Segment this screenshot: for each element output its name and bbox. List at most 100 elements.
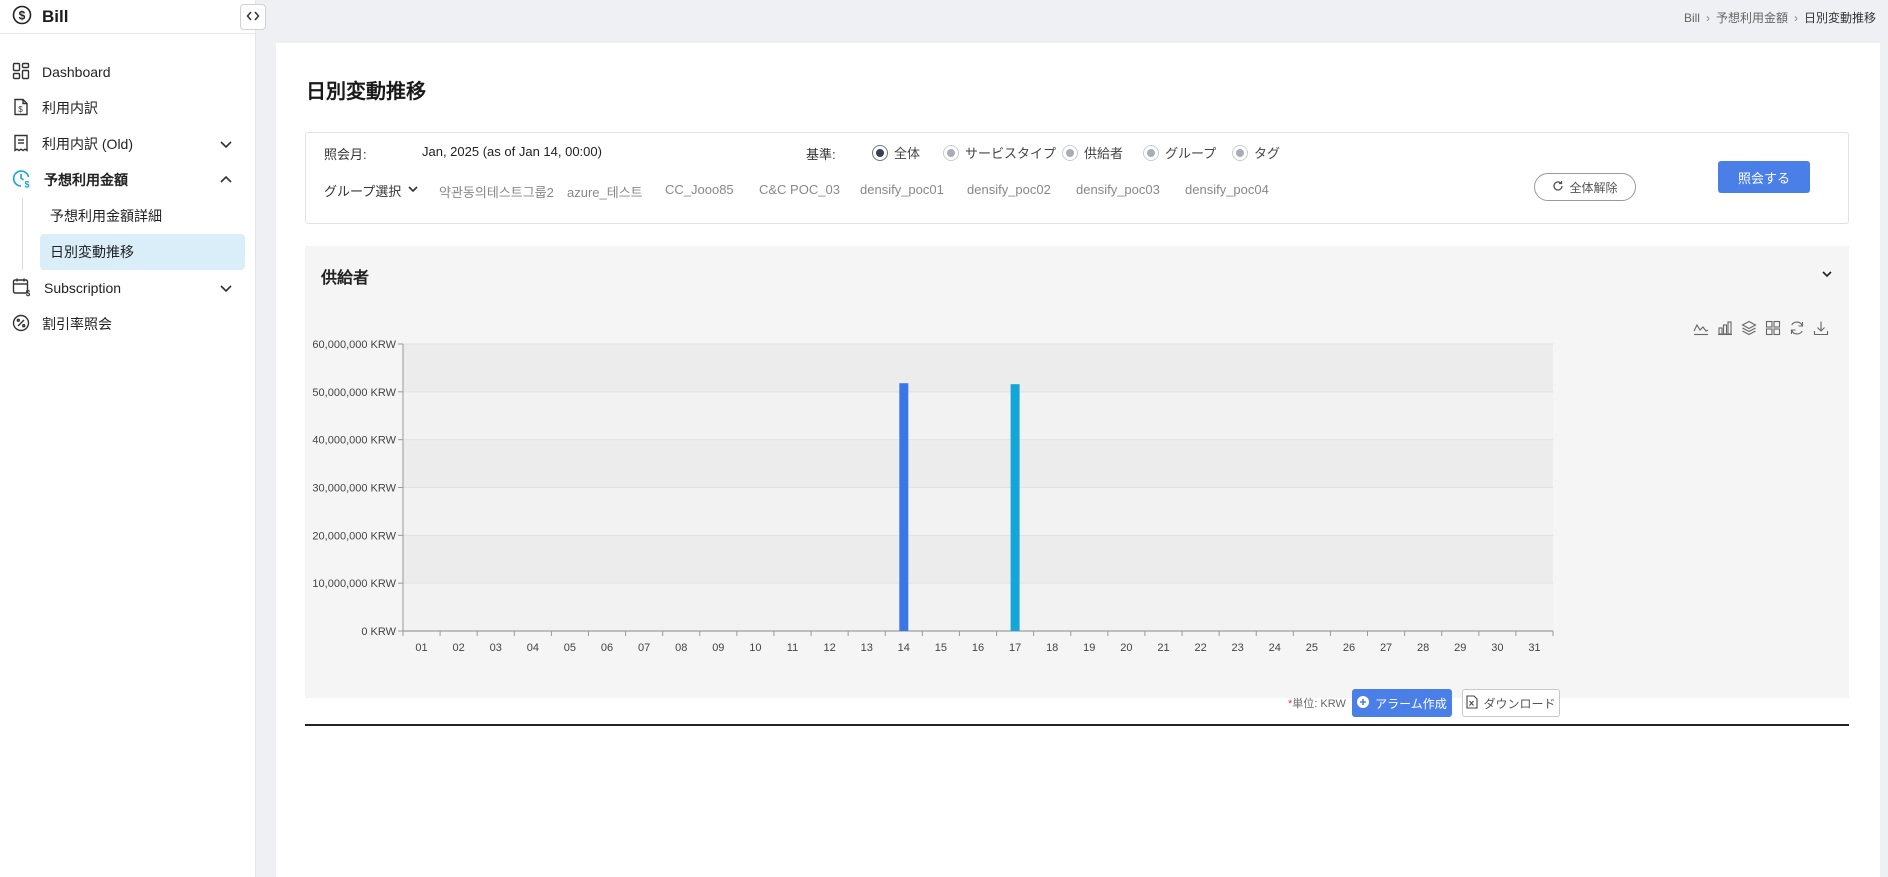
group-chip[interactable]: CC_Jooo85 (665, 182, 734, 197)
group-chip[interactable]: 약관동의테스트그룹2 (439, 182, 554, 201)
x-tick-label: 19 (1083, 642, 1095, 654)
x-tick-label: 29 (1454, 642, 1466, 654)
sidebar-item-forecast[interactable]: $ 予想利用金額 (0, 162, 255, 198)
radio-tag[interactable]: タグ (1232, 143, 1280, 162)
bar (899, 383, 909, 631)
x-tick-label: 31 (1528, 642, 1540, 654)
x-tick-label: 11 (787, 642, 798, 654)
x-tick-label: 12 (823, 642, 835, 654)
app-header: $ Bill (0, 0, 255, 34)
svg-text:$: $ (24, 179, 29, 189)
x-tick-label: 22 (1194, 642, 1206, 654)
calendar-dollar-icon: $ (12, 277, 32, 300)
x-tick-label: 09 (712, 642, 724, 654)
sidebar-subitem-label: 日別変動推移 (50, 244, 134, 260)
bar-chart: 0 KRW 10,000,000 KRW 20,000,000 KRW 30,000,… (312, 339, 1554, 654)
y-tick-label: 60,000,000 KRW (312, 339, 396, 351)
breadcrumb-current: 日別変動推移 (1803, 11, 1876, 25)
chevron-down-icon (407, 183, 419, 198)
invoice-icon: $ (12, 98, 30, 119)
group-chip[interactable]: azure_테스트 (567, 182, 643, 201)
sidebar-item-discount[interactable]: 割引率照会 (0, 306, 255, 342)
radio-group[interactable]: グループ (1143, 143, 1216, 162)
breadcrumb: Bill › 予想利用金額 › 日別変動推移 (1684, 9, 1876, 26)
x-tick-label: 25 (1306, 642, 1318, 654)
dollar-logo-icon: $ (12, 5, 32, 28)
sidebar: $ Bill Dashboard $ 利用内訳 利用内訳 (Old) $ 予想利… (0, 0, 256, 877)
x-tick-label: 06 (601, 642, 613, 654)
x-tick-label: 10 (749, 642, 761, 654)
x-tick-label: 30 (1491, 642, 1503, 654)
page-title: 日別変動推移 (306, 81, 426, 103)
sidebar-subitem-daily-trend[interactable]: 日別変動推移 (40, 234, 245, 270)
download-button[interactable]: ダウンロード (1462, 689, 1560, 717)
x-tick-label: 07 (638, 642, 650, 654)
main-card: 日別変動推移 照会月: Jan, 2025 (as of Jan 14, 00:… (276, 43, 1880, 877)
y-tick-label: 40,000,000 KRW (312, 435, 396, 447)
chevron-up-icon[interactable] (219, 173, 233, 190)
filter-box: 照会月: Jan, 2025 (as of Jan 14, 00:00) 基準:… (305, 132, 1849, 224)
sidebar-subitem-forecast-detail[interactable]: 予想利用金額詳細 (40, 198, 245, 234)
sidebar-item-label: 割引率照会 (42, 316, 112, 332)
bar (1010, 384, 1020, 631)
unit-label: 単位: KRW (1292, 698, 1346, 710)
x-tick-label: 26 (1343, 642, 1355, 654)
reset-all-button[interactable]: 全体解除 (1534, 173, 1636, 201)
chevron-down-icon[interactable] (219, 281, 233, 298)
refresh-icon (1552, 180, 1564, 195)
x-tick-label: 04 (527, 642, 539, 654)
x-tick-label: 16 (972, 642, 984, 654)
group-chip[interactable]: densify_poc03 (1076, 182, 1160, 197)
grid-band (403, 344, 1553, 392)
svg-text:$: $ (19, 9, 26, 23)
group-chip[interactable]: densify_poc01 (860, 182, 944, 197)
svg-text:$: $ (18, 105, 23, 114)
svg-text:$: $ (26, 289, 31, 297)
grid-band (403, 535, 1553, 584)
group-select-dropdown[interactable]: グループ選択 (324, 181, 419, 200)
sidebar-item-label: Subscription (44, 280, 122, 296)
sidebar-item-usage[interactable]: $ 利用内訳 (0, 90, 255, 126)
x-tick-label: 21 (1157, 642, 1169, 654)
radio-label: グループ (1165, 146, 1217, 161)
radio-all[interactable]: 全体 (872, 143, 920, 162)
sidebar-item-label: Dashboard (42, 64, 111, 80)
month-label: 照会月: (324, 147, 367, 162)
create-alarm-button[interactable]: アラーム作成 (1352, 689, 1452, 717)
breadcrumb-item[interactable]: 予想利用金額 (1716, 9, 1788, 26)
sidebar-item-subscription[interactable]: $ Subscription (0, 270, 255, 306)
x-tick-label: 20 (1120, 642, 1132, 654)
x-tick-label: 03 (490, 642, 502, 654)
radio-supplier[interactable]: 供給者 (1062, 143, 1123, 162)
x-tick-label: 15 (935, 642, 947, 654)
x-tick-label: 08 (675, 642, 687, 654)
y-tick-label: 0 KRW (361, 626, 396, 638)
radio-indicator (1143, 144, 1159, 161)
group-chip[interactable]: C&C POC_03 (759, 182, 840, 197)
sidebar-menu: Dashboard $ 利用内訳 利用内訳 (Old) $ 予想利用金額 予想利… (0, 54, 255, 342)
code-brackets-icon (246, 9, 260, 26)
chevron-down-icon[interactable] (219, 137, 233, 154)
radio-indicator (1232, 144, 1248, 161)
breadcrumb-item[interactable]: Bill (1684, 11, 1700, 25)
grid-band (403, 439, 1553, 488)
radio-label: サービスタイプ (965, 146, 1057, 161)
sidebar-item-dashboard[interactable]: Dashboard (0, 54, 255, 90)
sidebar-item-label: 利用内訳 (Old) (42, 136, 133, 152)
sidebar-subitem-label: 予想利用金額詳細 (50, 208, 162, 224)
plus-circle-icon (1357, 695, 1370, 711)
x-tick-label: 17 (1009, 642, 1021, 654)
radio-service-type[interactable]: サービスタイプ (943, 143, 1056, 162)
query-button[interactable]: 照会する (1718, 161, 1810, 193)
sidebar-collapse-button[interactable] (240, 4, 266, 30)
group-chip[interactable]: densify_poc04 (1185, 182, 1269, 197)
radio-indicator (943, 144, 959, 161)
x-tick-label: 02 (453, 642, 465, 654)
alarm-label: アラーム作成 (1375, 696, 1447, 711)
app-title: Bill (42, 6, 69, 26)
sidebar-item-label: 予想利用金額 (44, 172, 128, 188)
sidebar-item-usage-old[interactable]: 利用内訳 (Old) (0, 126, 255, 162)
y-tick-label: 30,000,000 KRW (312, 483, 396, 495)
group-chip[interactable]: densify_poc02 (967, 182, 1051, 197)
percent-icon (12, 314, 30, 335)
